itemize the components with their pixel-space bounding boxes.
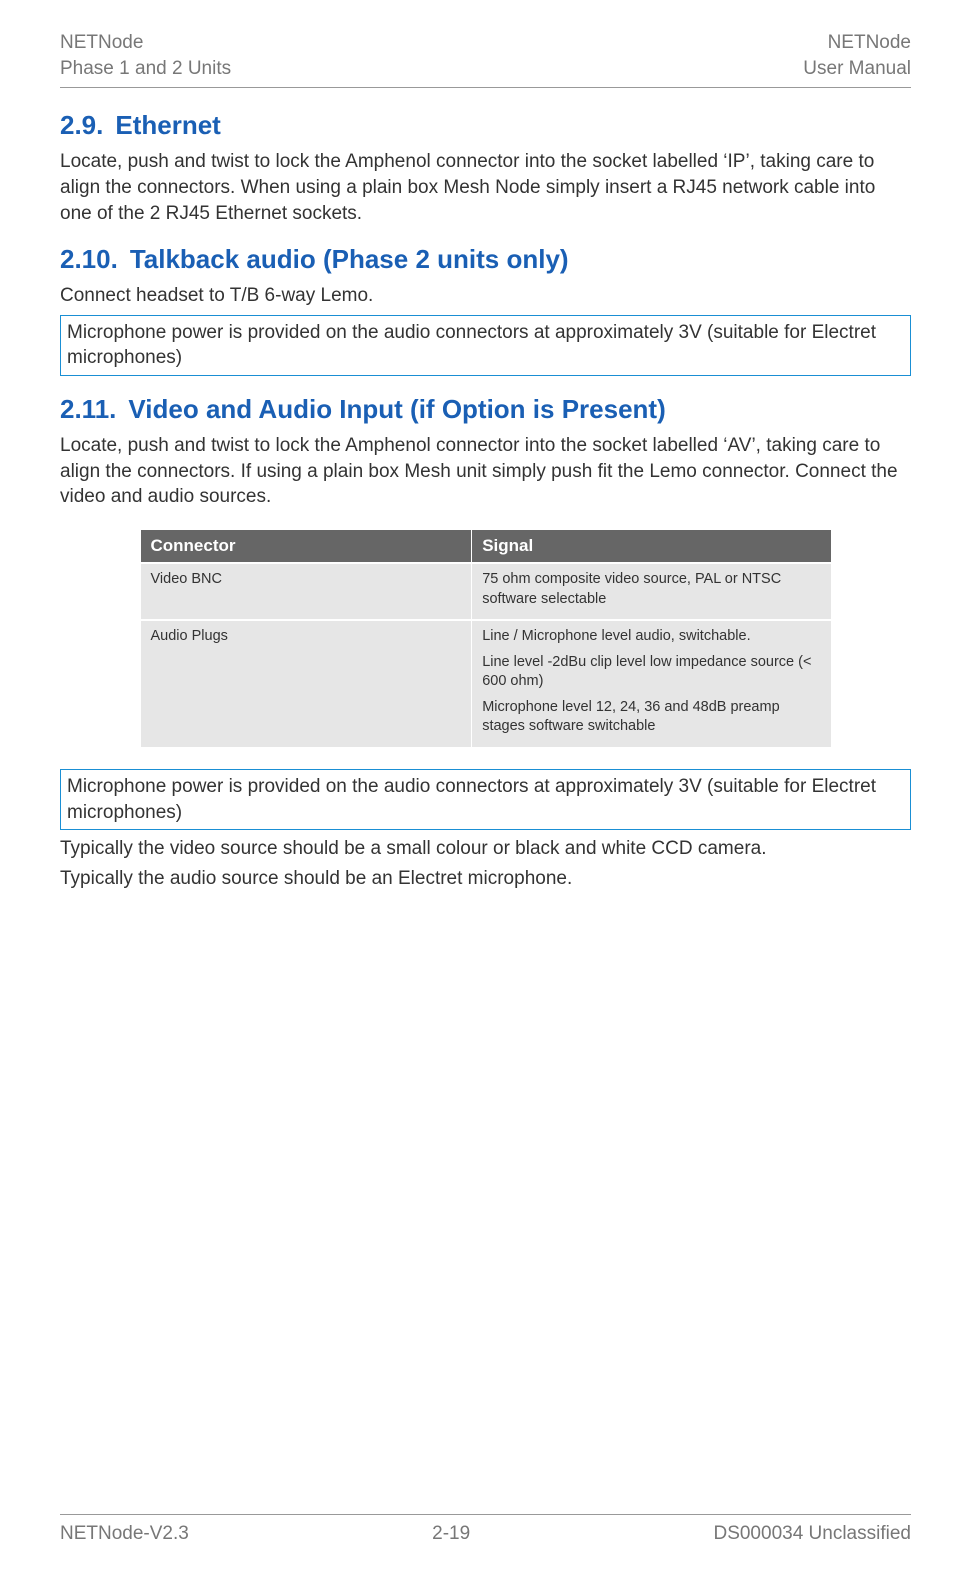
heading-video-audio: 2.11. Video and Audio Input (if Option is… — [60, 394, 911, 425]
page-footer: NETNode-V2.3 2-19 DS000034 Unclassified — [60, 1514, 911, 1545]
cell-connector: Audio Plugs — [141, 620, 472, 747]
table-header-connector: Connector — [141, 530, 472, 563]
page-header: NETNode Phase 1 and 2 Units NETNode User… — [60, 30, 911, 88]
note-text: Microphone power is provided on the audi… — [67, 774, 904, 825]
heading-title: Talkback audio (Phase 2 units only) — [130, 244, 569, 274]
body-video-typical: Typically the video source should be a s… — [60, 836, 911, 862]
footer-page-number: 2-19 — [432, 1523, 470, 1545]
table-row: Audio Plugs Line / Microphone level audi… — [141, 620, 831, 747]
footer-classification: DS000034 Unclassified — [713, 1523, 911, 1545]
cell-connector: Video BNC — [141, 563, 472, 620]
header-left: NETNode Phase 1 and 2 Units — [60, 30, 231, 81]
signal-text: Line level -2dBu clip level low impedanc… — [482, 653, 820, 692]
heading-title: Video and Audio Input (if Option is Pres… — [128, 394, 665, 424]
header-right: NETNode User Manual — [803, 30, 911, 81]
body-video-audio: Locate, push and twist to lock the Amphe… — [60, 433, 911, 510]
cell-signal: Line / Microphone level audio, switchabl… — [472, 620, 831, 747]
note-box-talkback: Microphone power is provided on the audi… — [60, 315, 911, 376]
table-row: Video BNC 75 ohm composite video source,… — [141, 563, 831, 620]
signal-text: Line / Microphone level audio, switchabl… — [482, 627, 820, 647]
signal-text: 75 ohm composite video source, PAL or NT… — [482, 570, 820, 609]
header-product-right: NETNode — [803, 30, 911, 56]
signal-text: Microphone level 12, 24, 36 and 48dB pre… — [482, 698, 820, 737]
table-header-signal: Signal — [472, 530, 831, 563]
body-audio-typical: Typically the audio source should be an … — [60, 866, 911, 892]
body-talkback: Connect headset to T/B 6-way Lemo. — [60, 283, 911, 309]
heading-num: 2.9. — [60, 110, 103, 140]
header-product: NETNode — [60, 30, 231, 56]
heading-num: 2.11. — [60, 394, 116, 424]
connector-table: Connector Signal Video BNC 75 ohm compos… — [141, 530, 831, 747]
heading-title: Ethernet — [115, 110, 220, 140]
note-text: Microphone power is provided on the audi… — [67, 320, 904, 371]
header-subtitle: Phase 1 and 2 Units — [60, 56, 231, 82]
heading-ethernet: 2.9. Ethernet — [60, 110, 911, 141]
header-doc-type: User Manual — [803, 56, 911, 82]
cell-signal: 75 ohm composite video source, PAL or NT… — [472, 563, 831, 620]
table-header-row: Connector Signal — [141, 530, 831, 563]
footer-version: NETNode-V2.3 — [60, 1523, 189, 1545]
body-ethernet: Locate, push and twist to lock the Amphe… — [60, 149, 911, 226]
heading-num: 2.10. — [60, 244, 118, 274]
note-box-av: Microphone power is provided on the audi… — [60, 769, 911, 830]
heading-talkback: 2.10. Talkback audio (Phase 2 units only) — [60, 244, 911, 275]
